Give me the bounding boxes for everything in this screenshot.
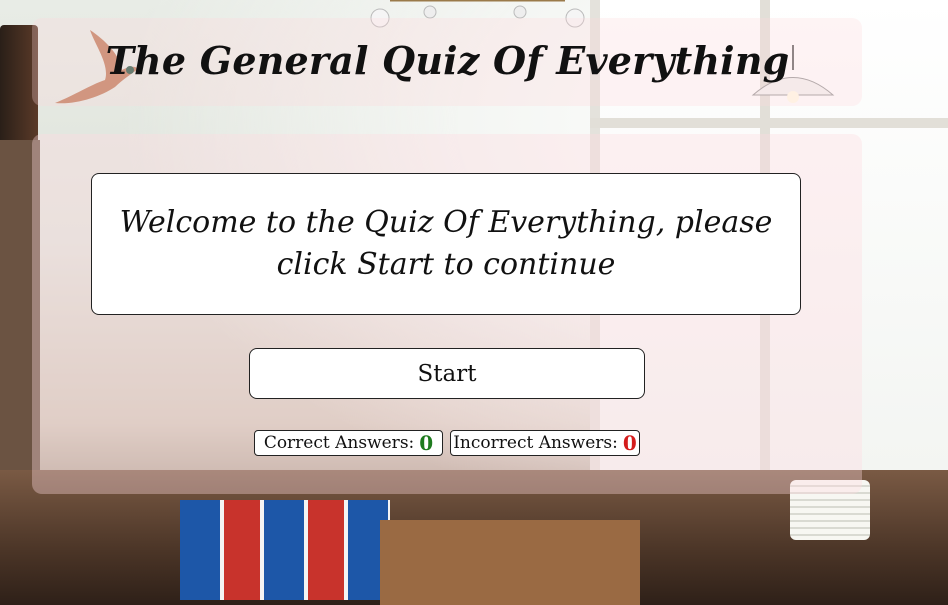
incorrect-answers-counter: Incorrect Answers: 0 bbox=[450, 430, 640, 456]
question-box: Welcome to the Quiz Of Everything, pleas… bbox=[91, 173, 801, 315]
correct-answers-value: 0 bbox=[419, 431, 434, 455]
start-button[interactable]: Start bbox=[249, 348, 645, 399]
incorrect-answers-label: Incorrect Answers: bbox=[453, 433, 618, 453]
question-text: Welcome to the Quiz Of Everything, pleas… bbox=[119, 205, 773, 282]
incorrect-answers-value: 0 bbox=[622, 431, 637, 455]
correct-answers-counter: Correct Answers: 0 bbox=[254, 430, 443, 456]
background-window-frame bbox=[590, 118, 948, 128]
background-soap-boxes bbox=[180, 500, 390, 600]
page-title: The General Quiz Of Everything bbox=[105, 38, 790, 83]
background-crates bbox=[380, 520, 640, 605]
correct-answers-label: Correct Answers: bbox=[263, 433, 415, 453]
